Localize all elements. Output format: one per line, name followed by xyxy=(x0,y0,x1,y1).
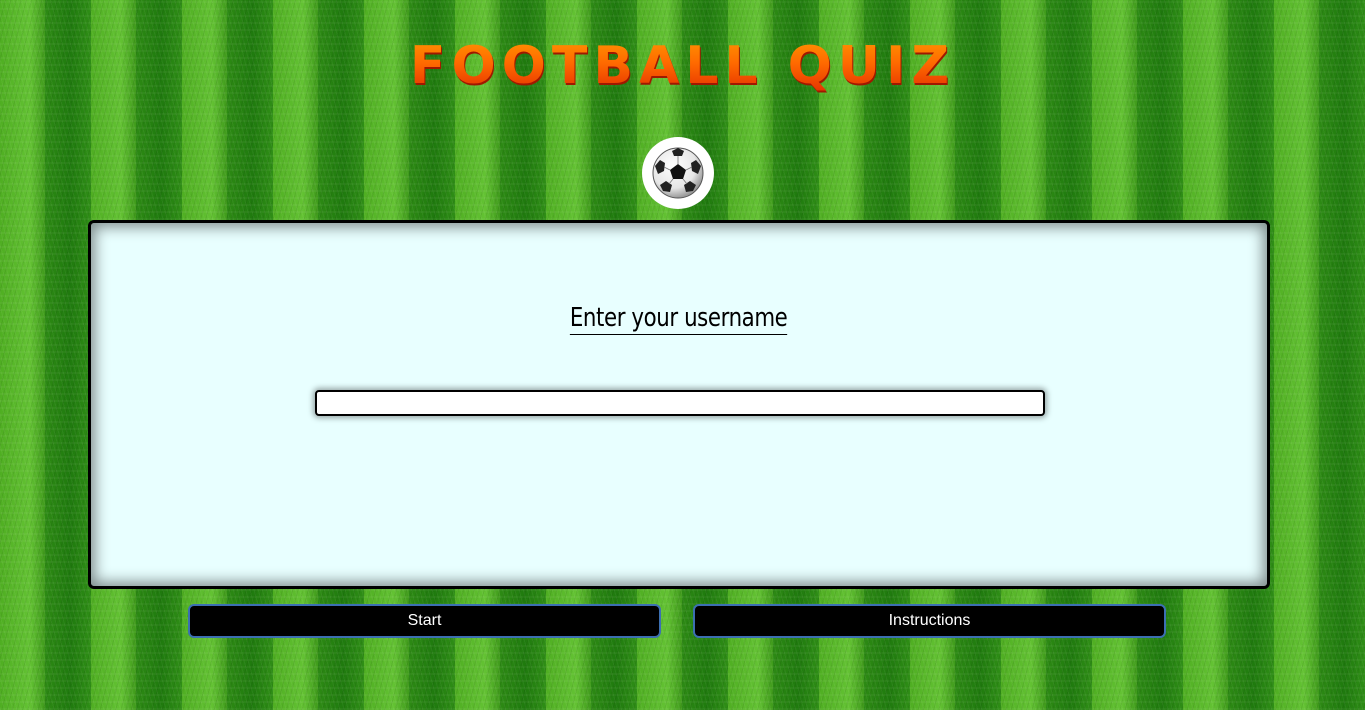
username-prompt: Enter your username xyxy=(570,303,788,335)
page-title: FOOTBALL QUIZ xyxy=(0,34,1365,98)
username-prompt-container: Enter your username xyxy=(91,303,1267,335)
username-panel: Enter your username xyxy=(88,220,1270,589)
start-button[interactable]: Start xyxy=(188,604,661,638)
instructions-button[interactable]: Instructions xyxy=(693,604,1166,638)
logo xyxy=(642,137,714,209)
username-input[interactable] xyxy=(315,390,1045,416)
soccer-ball-icon xyxy=(652,147,704,199)
